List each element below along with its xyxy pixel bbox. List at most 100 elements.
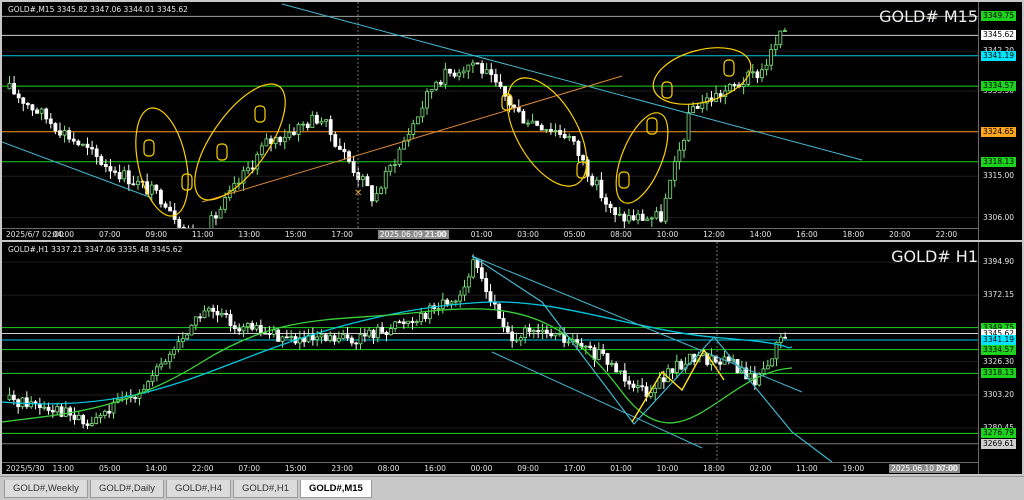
- annotation-box[interactable]: [143, 139, 155, 157]
- candle: [254, 322, 259, 332]
- candle: [760, 63, 764, 82]
- candle: [232, 176, 237, 194]
- candle: [609, 359, 614, 367]
- candle: [30, 103, 35, 116]
- candle: [374, 186, 379, 203]
- price-level-tag[interactable]: 3324.65: [981, 126, 1017, 137]
- price-level-tag[interactable]: 3341.19: [981, 334, 1017, 345]
- time-label: 15:00: [284, 464, 307, 473]
- chart-tab-bar: GOLD#,Weekly GOLD#,Daily GOLD#,H4 GOLD#,H1 G…: [0, 476, 1024, 500]
- price-level-tag[interactable]: 3276.79: [981, 428, 1017, 439]
- channel-line-upper[interactable]: [471, 255, 803, 393]
- candle: [280, 335, 285, 348]
- candle: [76, 411, 81, 421]
- price-level-tag[interactable]: 3345.62: [981, 30, 1017, 41]
- h1-plot-area[interactable]: [2, 242, 978, 462]
- time-label: 18:00: [703, 464, 725, 473]
- price-level-tag[interactable]: 3334.57: [981, 344, 1017, 355]
- price-level-tag[interactable]: 3318.13: [981, 368, 1017, 379]
- tab-gold-daily[interactable]: GOLD#,Daily: [90, 480, 164, 498]
- m15-price-axis[interactable]: 3342.203333.503315.003306.003296.903349.…: [978, 2, 1022, 240]
- candle: [241, 323, 246, 338]
- tab-gold-h4[interactable]: GOLD#,H4: [166, 480, 231, 498]
- candle: [159, 188, 163, 208]
- candle: [627, 375, 632, 390]
- candle: [761, 361, 766, 376]
- price-level-tag[interactable]: 3341.19: [981, 50, 1017, 61]
- annotation-box[interactable]: [661, 81, 673, 99]
- h1-price-axis[interactable]: 3394.903372.153326.303303.203280.453349.…: [978, 242, 1022, 474]
- candle: [246, 161, 250, 174]
- tab-gold-h1[interactable]: GOLD#,H1: [233, 480, 298, 498]
- price-level-tag[interactable]: 3318.13: [981, 156, 1017, 167]
- candle: [452, 69, 457, 79]
- candle: [682, 138, 686, 159]
- tab-gold-weekly[interactable]: GOLD#,Weekly: [4, 480, 88, 498]
- annotation-box[interactable]: [723, 59, 735, 77]
- candle: [21, 96, 26, 112]
- time-label: 23:00: [331, 464, 353, 473]
- candle: [122, 166, 127, 183]
- chart-m15[interactable]: ✕ GOLD#,M15 3345.82 3347.06 3344.01 3345…: [2, 2, 1022, 240]
- candle: [42, 401, 47, 411]
- time-label: 16:00: [424, 464, 446, 473]
- annotation-box[interactable]: [254, 105, 266, 123]
- candle: [89, 416, 94, 427]
- h1-time-axis[interactable]: 2025/5/30 13:00 05:00 14:00 22:00 07:00 15:00 2…: [2, 462, 978, 474]
- candle: [163, 201, 168, 209]
- time-label: 02:00: [749, 464, 772, 473]
- m15-time-axis[interactable]: 2025/6/7 02:00 04:00 07:00 09:00 11:00 13:00 1…: [2, 228, 978, 240]
- candle: [71, 132, 76, 145]
- candle: [302, 330, 307, 347]
- annotation-box[interactable]: [216, 143, 228, 161]
- price-level-tag[interactable]: 3349.75: [981, 11, 1017, 22]
- candle: [769, 43, 774, 71]
- candle: [310, 111, 315, 128]
- price-level-tag[interactable]: 3269.61: [981, 438, 1017, 449]
- candle: [672, 155, 677, 188]
- candle: [718, 358, 723, 371]
- candle: [16, 89, 21, 104]
- candle: [219, 308, 224, 318]
- candle: [613, 207, 618, 223]
- candle: [150, 370, 155, 387]
- candle: [136, 175, 140, 190]
- time-label: 12:00: [703, 230, 725, 239]
- trendline-cyan-lower[interactable]: [2, 141, 153, 199]
- candle: [614, 361, 619, 373]
- candle: [727, 82, 732, 92]
- candle: [7, 75, 12, 90]
- candle: [117, 164, 122, 183]
- candle: [319, 117, 324, 126]
- candle: [172, 202, 177, 225]
- candle: [332, 332, 337, 345]
- annotation-box[interactable]: [618, 171, 630, 189]
- candle: [778, 30, 783, 49]
- time-label: 2025/5/30: [6, 464, 45, 473]
- candle: [278, 136, 283, 146]
- candle: [370, 185, 374, 207]
- price-level-tag[interactable]: 3334.57: [981, 81, 1017, 92]
- time-label: 05:00: [563, 230, 586, 239]
- candle: [255, 151, 260, 175]
- candle: [62, 125, 67, 143]
- candle: [596, 342, 601, 361]
- candle: [484, 62, 489, 75]
- candle: [12, 75, 16, 96]
- m15-info-line: GOLD#,M15 3345.82 3347.06 3344.01 3345.6…: [8, 5, 188, 14]
- candle: [530, 113, 535, 124]
- candle: [39, 107, 44, 121]
- m15-plot-area[interactable]: ✕: [2, 2, 978, 228]
- candle: [99, 153, 104, 166]
- time-label: 19:00: [842, 464, 865, 473]
- candle: [328, 115, 333, 142]
- chart-h1[interactable]: GOLD#,H1 3337.21 3347.06 3335.48 3345.62…: [2, 242, 1022, 474]
- annotation-ellipse[interactable]: [647, 38, 757, 114]
- tab-gold-m15[interactable]: GOLD#,M15: [300, 480, 372, 498]
- candle: [415, 116, 420, 125]
- candle: [232, 321, 237, 334]
- time-label: 04:00: [52, 230, 75, 239]
- annotation-ellipse[interactable]: [605, 106, 678, 210]
- candle: [592, 344, 597, 367]
- candle: [167, 351, 172, 369]
